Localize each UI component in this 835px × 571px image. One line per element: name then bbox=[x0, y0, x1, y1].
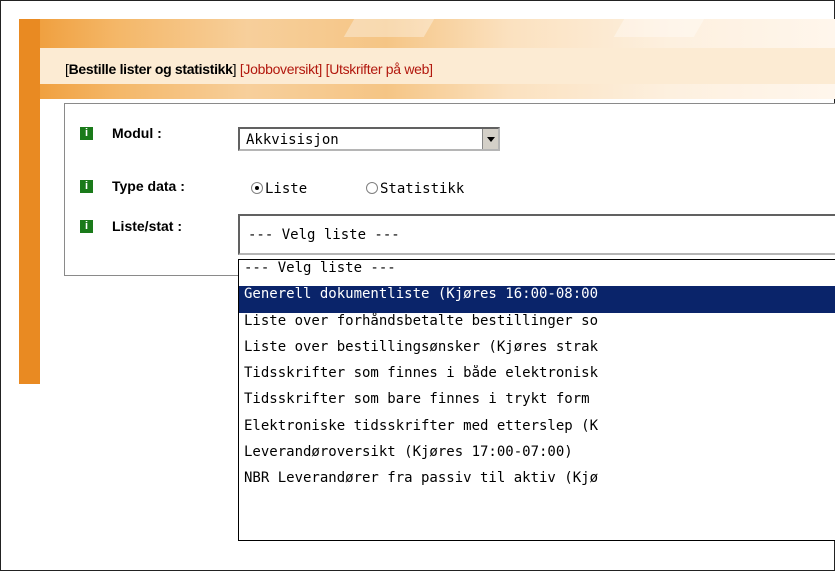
banner-stripe bbox=[613, 19, 705, 37]
dropdown-option[interactable]: Liste over bestillingsønsker (Kjøres str… bbox=[239, 339, 835, 365]
dropdown-option[interactable]: Tidsskrifter som finnes i både elektroni… bbox=[239, 365, 835, 391]
radio-liste[interactable] bbox=[251, 182, 263, 194]
info-icon[interactable]: i bbox=[80, 180, 93, 193]
info-icon[interactable]: i bbox=[80, 220, 93, 233]
modul-select-value: Akkvisisjon bbox=[246, 132, 339, 148]
dropdown-option[interactable]: --- Velg liste --- bbox=[239, 260, 835, 286]
chevron-down-icon[interactable] bbox=[482, 129, 498, 149]
dropdown-option[interactable]: Elektroniske tidsskrifter med etterslep … bbox=[239, 418, 835, 444]
tab-navigation: [Bestille lister og statistikk] [Jobbove… bbox=[65, 61, 433, 77]
radio-statistikk-label[interactable]: Statistikk bbox=[380, 181, 464, 197]
dropdown-option[interactable]: Leverandøroversikt (Kjøres 17:00-07:00) bbox=[239, 444, 835, 470]
liste-stat-label: Liste/stat : bbox=[112, 218, 183, 234]
modul-select[interactable]: Akkvisisjon bbox=[238, 127, 500, 151]
liste-stat-select[interactable]: --- Velg liste --- bbox=[238, 214, 835, 255]
tab-jobboversikt[interactable]: Jobboversikt bbox=[243, 61, 318, 77]
dropdown-option[interactable]: NBR Leverandører fra passiv til aktiv (K… bbox=[239, 470, 835, 496]
dropdown-option-selected[interactable]: Generell dokumentliste (Kjøres 16:00-08:… bbox=[239, 286, 835, 313]
radio-statistikk[interactable] bbox=[366, 182, 378, 194]
modul-label: Modul : bbox=[112, 125, 162, 141]
liste-dropdown-list[interactable]: --- Velg liste --- Generell dokumentlist… bbox=[238, 259, 835, 541]
type-data-label: Type data : bbox=[112, 178, 185, 194]
banner-stripe bbox=[343, 19, 435, 37]
tab-bestille-lister[interactable]: Bestille lister og statistikk bbox=[69, 61, 233, 77]
left-orange-band bbox=[19, 19, 40, 384]
info-icon[interactable]: i bbox=[80, 127, 93, 140]
tab-utskrifter-pa-web[interactable]: Utskrifter på web bbox=[329, 61, 429, 77]
dropdown-option[interactable]: Tidsskrifter som bare finnes i trykt for… bbox=[239, 391, 835, 417]
radio-liste-label[interactable]: Liste bbox=[265, 181, 307, 197]
dropdown-option[interactable]: Liste over forhåndsbetalte bestillinger … bbox=[239, 313, 835, 339]
liste-stat-select-value: --- Velg liste --- bbox=[248, 227, 400, 243]
